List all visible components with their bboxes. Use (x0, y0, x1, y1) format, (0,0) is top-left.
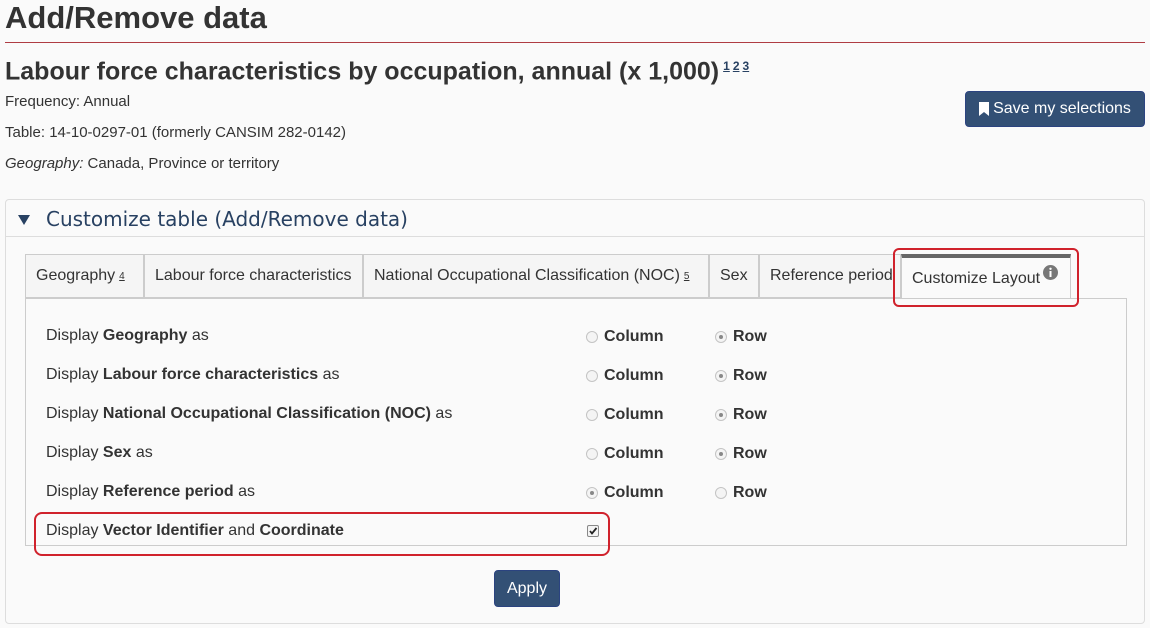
row-suffix: as (435, 405, 453, 422)
save-selections-label: Save my selections (993, 100, 1131, 117)
reference-period-column-option[interactable]: Column (586, 484, 664, 502)
layout-row-sex: Display Sex as (46, 444, 153, 462)
noc-column-option[interactable]: Column (586, 406, 664, 424)
title-divider (5, 42, 1145, 43)
noc-row-radio[interactable] (715, 409, 727, 421)
footnote-link-1[interactable]: 1 (723, 59, 730, 73)
row-label: Row (733, 406, 767, 423)
row-prefix: Display (46, 444, 99, 461)
customize-table-header[interactable]: Customize table (Add/Remove data) (6, 200, 1144, 237)
row-label: Row (733, 328, 767, 345)
noc-column-radio[interactable] (586, 409, 598, 421)
row-prefix: Display (46, 366, 99, 383)
table-title-text: Labour force characteristics by occupati… (5, 57, 720, 86)
layout-row-noc: Display National Occupational Classifica… (46, 405, 452, 423)
customize-layout-highlight (893, 248, 1079, 307)
frequency-text: Frequency: Annual (5, 93, 131, 110)
geography-column-radio[interactable] (586, 331, 598, 343)
sex-column-option[interactable]: Column (586, 445, 664, 463)
geography-row-option[interactable]: Row (715, 328, 767, 346)
sex-row-radio[interactable] (715, 448, 727, 460)
tab-reference-period[interactable]: Reference period (759, 254, 901, 298)
customize-table-label: Customize table (Add/Remove data) (46, 207, 408, 231)
row-prefix: Display (46, 483, 99, 500)
row-suffix: as (191, 327, 209, 344)
tab-noc-label: National Occupational Classification (NO… (374, 267, 680, 284)
apply-button[interactable]: Apply (494, 570, 560, 607)
row-label: Row (733, 445, 767, 462)
noc-row-option[interactable]: Row (715, 406, 767, 424)
tab-noc-footnote[interactable]: 5 (684, 271, 690, 282)
layout-row-geography: Display Geography as (46, 327, 209, 345)
layout-row-reference-period: Display Reference period as (46, 483, 255, 501)
tab-reference-period-label: Reference period (770, 267, 893, 284)
geography-label: Geography: (5, 155, 84, 172)
tab-labour-force-characteristics[interactable]: Labour force characteristics (144, 254, 363, 298)
tab-sex-label: Sex (720, 267, 748, 284)
labour-force-row-option[interactable]: Row (715, 367, 767, 385)
row-dimension-name: Reference period (102, 483, 234, 500)
table-id-text: Table: 14-10-0297-01 (formerly CANSIM 28… (5, 124, 346, 141)
page-title: Add/Remove data (5, 0, 267, 35)
geography-column-option[interactable]: Column (586, 328, 664, 346)
labour-force-column-radio[interactable] (586, 370, 598, 382)
row-suffix: as (135, 444, 153, 461)
labour-force-row-radio[interactable] (715, 370, 727, 382)
row-dimension-name: Labour force characteristics (102, 366, 319, 383)
row-suffix: as (322, 366, 340, 383)
column-label: Column (604, 484, 664, 501)
row-label: Row (733, 484, 767, 501)
bookmark-icon (979, 102, 990, 116)
layout-row-labour-force: Display Labour force characteristics as (46, 366, 339, 384)
row-label: Row (733, 367, 767, 384)
row-dimension-name: Geography (102, 327, 188, 344)
column-label: Column (604, 328, 664, 345)
column-label: Column (604, 367, 664, 384)
row-suffix: as (238, 483, 255, 500)
row-prefix: Display (46, 327, 99, 344)
geography-value: Canada, Province or territory (83, 155, 280, 172)
labour-force-column-option[interactable]: Column (586, 367, 664, 385)
reference-period-column-radio[interactable] (586, 487, 598, 499)
row-prefix: Display (46, 405, 99, 422)
caret-down-icon (18, 212, 30, 230)
column-label: Column (604, 445, 664, 462)
footnote-links: 123 (723, 59, 752, 73)
tab-labour-force-label: Labour force characteristics (155, 267, 352, 284)
geography-text: Geography: Canada, Province or territory (5, 155, 279, 172)
tab-geography-footnote[interactable]: 4 (119, 271, 125, 282)
column-label: Column (604, 406, 664, 423)
tab-noc[interactable]: National Occupational Classification (NO… (363, 254, 709, 298)
geography-row-radio[interactable] (715, 331, 727, 343)
tab-geography-label: Geography (36, 267, 116, 284)
customize-layout-content: Display Geography as Column Row Display … (25, 298, 1127, 546)
tab-geography[interactable]: Geography 4 (25, 254, 144, 298)
row-dimension-name: National Occupational Classification (NO… (102, 405, 431, 422)
vector-row-highlight (34, 512, 610, 556)
sex-column-radio[interactable] (586, 448, 598, 460)
tab-sex[interactable]: Sex (709, 254, 759, 298)
footnote-link-2[interactable]: 2 (733, 59, 740, 73)
reference-period-row-option[interactable]: Row (715, 484, 767, 502)
save-selections-button[interactable]: Save my selections (965, 91, 1145, 127)
sex-row-option[interactable]: Row (715, 445, 767, 463)
table-title: Labour force characteristics by occupati… (5, 50, 752, 87)
reference-period-row-radio[interactable] (715, 487, 727, 499)
footnote-link-3[interactable]: 3 (743, 59, 750, 73)
row-dimension-name: Sex (102, 444, 132, 461)
